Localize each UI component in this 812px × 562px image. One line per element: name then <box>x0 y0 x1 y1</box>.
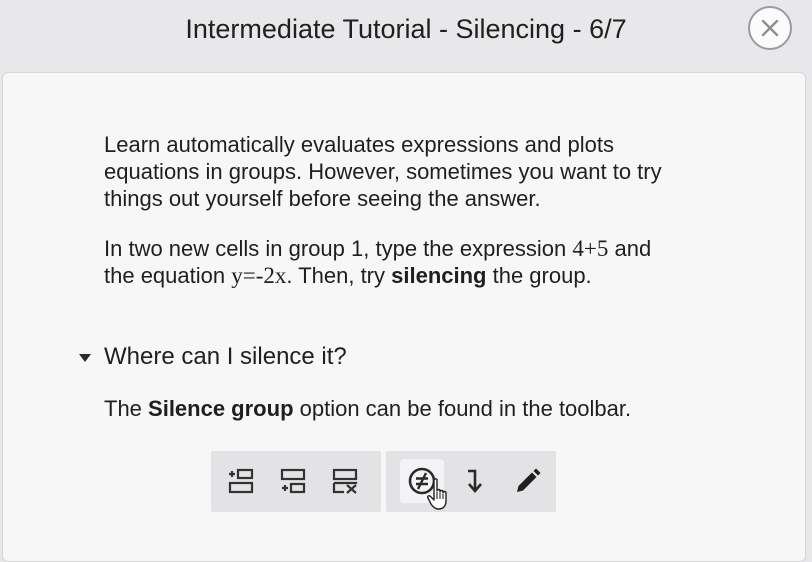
equation-math: y=-2x <box>231 263 287 288</box>
hint-text: option can be found in the toolbar. <box>293 396 632 421</box>
edit-pencil-icon <box>517 468 541 492</box>
instruction-text: the group. <box>486 263 592 288</box>
delete-group-button[interactable] <box>323 459 367 503</box>
silencing-emphasis: silencing <box>391 263 487 288</box>
delete-group-icon <box>332 468 358 494</box>
edit-pencil-button[interactable] <box>506 459 550 503</box>
close-button[interactable] <box>748 6 792 50</box>
caret-down-icon <box>79 354 91 362</box>
toolbar-group-actions <box>386 451 556 512</box>
dialog-header: Intermediate Tutorial - Silencing - 6/7 <box>0 0 812 72</box>
silence-group-emphasis: Silence group <box>148 396 294 421</box>
dialog-title: Intermediate Tutorial - Silencing - 6/7 <box>185 14 627 44</box>
instruction-paragraph: In two new cells in group 1, type the ex… <box>104 235 684 289</box>
pointer-cursor-icon <box>427 478 447 510</box>
move-down-icon <box>468 469 482 493</box>
close-icon <box>761 19 779 37</box>
where-to-silence-disclosure[interactable]: Where can I silence it? <box>76 342 347 372</box>
insert-group-below-icon <box>280 468 306 494</box>
instruction-text: . Then, try <box>286 263 392 288</box>
toolbar-group-cells <box>211 451 381 512</box>
insert-group-above-icon <box>228 468 254 494</box>
intro-paragraph: Learn automatically evaluates expression… <box>104 132 662 211</box>
move-down-button[interactable] <box>454 459 498 503</box>
instruction-text: In two new cells in group 1, type the ex… <box>104 236 573 261</box>
example-toolbar <box>211 451 556 512</box>
toolbar-hint-paragraph: The Silence group option can be found in… <box>104 395 684 422</box>
disclosure-label: Where can I silence it? <box>104 343 347 370</box>
insert-group-above-button[interactable] <box>219 459 263 503</box>
hint-text: The <box>104 396 149 421</box>
expression-math: 4+5 <box>572 236 609 261</box>
insert-group-below-button[interactable] <box>271 459 315 503</box>
